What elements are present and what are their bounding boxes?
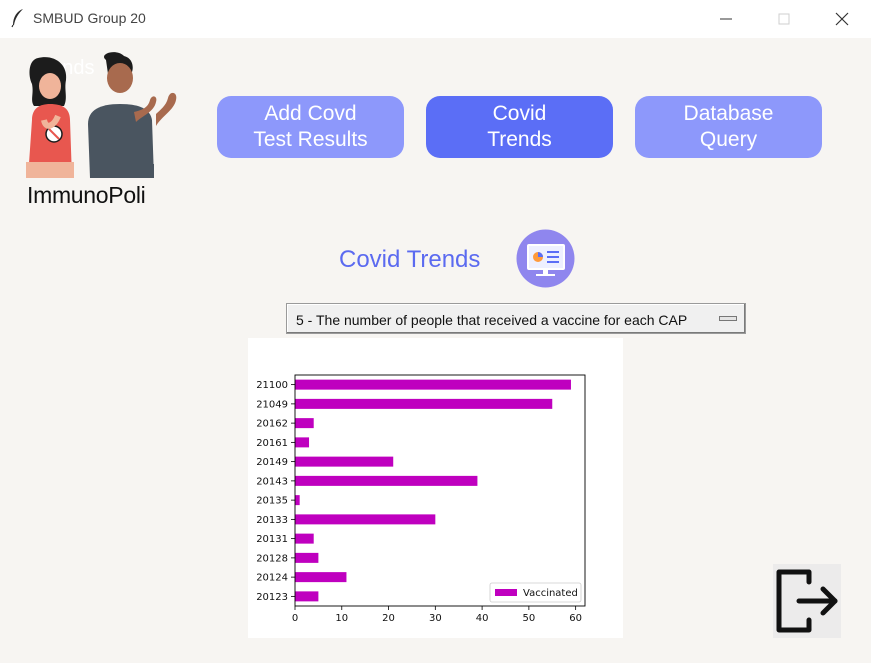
logout-icon [776, 569, 838, 633]
bar-20128 [295, 552, 319, 563]
bar-20131 [295, 533, 314, 544]
y-tick-label-21100: 21100 [256, 380, 288, 391]
y-tick-label-20162: 20162 [256, 419, 288, 430]
bar-21049 [295, 398, 553, 409]
window-title: SMBUD Group 20 [33, 10, 146, 26]
section-title: Covid Trends [339, 246, 481, 273]
bar-20161 [295, 437, 310, 448]
x-tick-label-20: 20 [382, 613, 395, 624]
feather-icon [11, 9, 23, 28]
query-select[interactable]: 5 - The number of people that received a… [286, 303, 746, 334]
bar-20133 [295, 514, 436, 525]
people-illustration-logo [26, 52, 177, 178]
maximize-icon [778, 13, 790, 25]
bar-20149 [295, 456, 394, 467]
bar-20143 [295, 475, 478, 486]
vaccinated-by-cap-chart: 21100 21049 20162 20161 20149 20143 20135 20133… [248, 338, 623, 638]
y-tick-label-20133: 20133 [256, 515, 288, 526]
y-tick-label-20149: 20149 [256, 457, 288, 468]
bar-21100 [295, 379, 571, 390]
x-tick-label-10: 10 [335, 613, 348, 624]
brand-name: ImmunoPoli [27, 182, 146, 208]
plot-frame [294, 374, 586, 607]
query-select-value: 5 - The number of people that received a… [296, 312, 688, 328]
y-tick-label-21049: 21049 [256, 399, 288, 410]
minimize-button[interactable] [711, 6, 741, 32]
y-tick-label-20161: 20161 [256, 438, 288, 449]
legend-swatch [495, 589, 517, 596]
y-tick-label-20131: 20131 [256, 534, 288, 545]
y-tick-label-20123: 20123 [256, 592, 288, 603]
bar-20162 [295, 418, 314, 429]
title-bar: SMBUD Group 20 [0, 0, 871, 38]
covid-trends-button[interactable]: Covid Trends [426, 96, 613, 158]
database-query-button[interactable]: Database Query [635, 96, 822, 158]
y-tick-label-20128: 20128 [256, 553, 288, 564]
dropdown-indicator-icon [719, 316, 737, 321]
minimize-icon [720, 18, 732, 20]
bar-20124 [295, 572, 347, 583]
presentation-chart-icon [516, 229, 575, 288]
bar-20123 [295, 591, 319, 602]
logout-button[interactable] [773, 564, 841, 638]
add-test-results-button[interactable]: Add Covd Test Results [217, 96, 404, 158]
x-tick-label-60: 60 [569, 613, 582, 624]
x-tick-label-40: 40 [476, 613, 489, 624]
chart-svg: 21100 21049 20162 20161 20149 20143 20135 20133… [256, 374, 586, 624]
y-tick-label-20143: 20143 [256, 476, 288, 487]
y-tick-label-20124: 20124 [256, 573, 288, 584]
bar-20135 [295, 495, 300, 506]
legend-label: Vaccinated [523, 588, 578, 599]
x-tick-label-50: 50 [523, 613, 536, 624]
close-icon [835, 12, 849, 26]
maximize-button[interactable] [769, 6, 799, 32]
y-tick-label-20135: 20135 [256, 496, 288, 507]
x-tick-label-0: 0 [292, 613, 298, 624]
x-tick-label-30: 30 [429, 613, 442, 624]
close-button[interactable] [827, 6, 857, 32]
